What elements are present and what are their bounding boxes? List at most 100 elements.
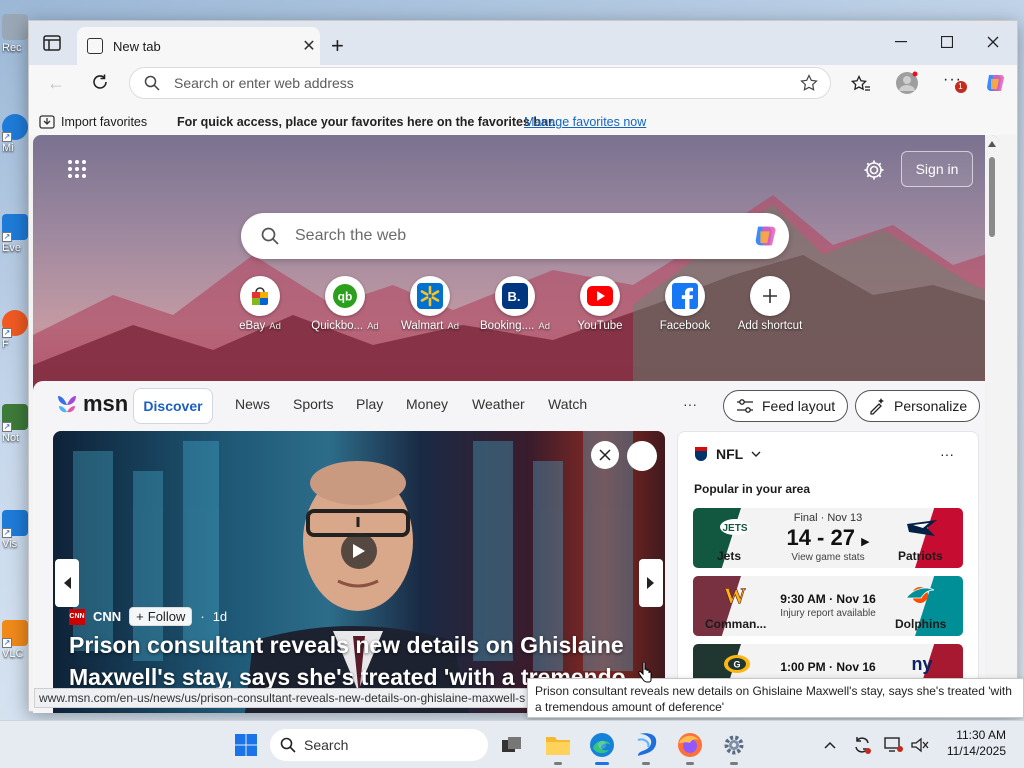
- close-icon: [599, 449, 611, 461]
- personalize-label: Personalize: [894, 398, 968, 414]
- shortcut-youtube[interactable]: YouTube: [561, 276, 639, 332]
- shortcut-ebay[interactable]: eBay Ad: [221, 276, 299, 332]
- shortcut-facebook[interactable]: Facebook: [646, 276, 724, 332]
- address-bar[interactable]: Search or enter web address: [129, 67, 831, 99]
- previous-slide-button[interactable]: [55, 559, 79, 607]
- dismiss-story-button[interactable]: [591, 441, 619, 469]
- settings-more-button[interactable]: ··· 1: [943, 71, 967, 93]
- scrollbar-thumb[interactable]: [989, 157, 995, 237]
- import-favorites-label: Import favorites: [61, 115, 148, 129]
- feed-layout-button[interactable]: Feed layout: [723, 390, 849, 422]
- tab-play[interactable]: Play: [356, 396, 383, 412]
- more-tabs-button[interactable]: ···: [683, 396, 697, 412]
- page-scrollbar[interactable]: [985, 135, 999, 713]
- more-options-button[interactable]: [627, 441, 657, 471]
- desktop-icon-label: Rec: [2, 42, 22, 54]
- taskbar: Search 11:30 AM 11/14/2025: [0, 720, 1024, 768]
- story-source: CNN: [93, 609, 122, 624]
- show-hidden-icons-button[interactable]: [816, 731, 844, 759]
- close-window-button[interactable]: [981, 31, 1005, 53]
- system-clock[interactable]: 11:30 AM 11/14/2025: [947, 727, 1006, 759]
- ebay-icon: [240, 276, 280, 316]
- task-view-button[interactable]: [498, 731, 526, 759]
- clock-date: 11/14/2025: [946, 744, 1006, 758]
- taskbar-search[interactable]: Search: [270, 729, 488, 761]
- ad-label: Ad: [538, 320, 550, 332]
- nfl-league-selector[interactable]: NFL: [694, 446, 761, 462]
- firefox-icon: [678, 733, 702, 757]
- desktop-icon-label: F: [2, 338, 9, 350]
- tab-discover[interactable]: Discover: [133, 388, 213, 424]
- sync-tray-icon[interactable]: [848, 731, 876, 759]
- play-video-button[interactable]: [341, 533, 377, 569]
- firefox-taskbar-button[interactable]: [676, 731, 704, 765]
- nfl-scores-widget: NFL ··· Popular in your area JETS Final …: [677, 431, 979, 713]
- desktop-icon-vlc[interactable]: ↗ VLC: [2, 620, 30, 660]
- file-explorer-button[interactable]: [544, 731, 572, 765]
- tab-news[interactable]: News: [235, 396, 270, 412]
- network-tray-icon[interactable]: [880, 731, 908, 759]
- tab-actions-icon[interactable]: [43, 35, 61, 51]
- tab-weather[interactable]: Weather: [472, 396, 525, 412]
- minimize-button[interactable]: [889, 31, 913, 53]
- desktop-icon-recycle-bin[interactable]: Rec: [2, 14, 30, 54]
- mouse-pointer-icon: [638, 662, 652, 684]
- follow-button[interactable]: + Follow: [129, 607, 193, 626]
- back-button[interactable]: ←: [47, 73, 65, 94]
- sign-in-button[interactable]: Sign in: [901, 151, 973, 187]
- shortcut-quickbooks[interactable]: qb Quickbo... Ad: [306, 276, 384, 332]
- ad-label: Ad: [269, 320, 281, 332]
- mountain-background-image: [33, 195, 999, 395]
- edge-taskbar-button[interactable]: [588, 731, 616, 765]
- notification-badge: 1: [955, 81, 967, 93]
- tab-money[interactable]: Money: [406, 396, 448, 412]
- apps-launcher-icon[interactable]: [67, 159, 87, 179]
- desktop-icon-label: Eve: [2, 242, 21, 254]
- new-tab-button[interactable]: +: [331, 33, 344, 59]
- favorite-star-icon[interactable]: [800, 74, 818, 92]
- desktop-icon-everything[interactable]: ↗ Eve: [2, 214, 30, 254]
- folder-icon: [546, 737, 570, 755]
- msn-feed: msn Discover News Sports Play Money Weat…: [33, 381, 999, 713]
- tab-sports[interactable]: Sports: [293, 396, 333, 412]
- manage-favorites-link[interactable]: Manage favorites now: [524, 115, 646, 129]
- web-search-box[interactable]: Search the web: [241, 213, 789, 259]
- desktop-icon-edge[interactable]: ↗ Mi: [2, 114, 30, 154]
- desktop-icon-firefox[interactable]: ↗ F: [2, 310, 30, 350]
- running-indicator: [642, 762, 650, 765]
- start-button[interactable]: [232, 731, 260, 759]
- import-favorites-button[interactable]: Import favorites: [39, 115, 147, 129]
- page-settings-gear-icon[interactable]: [863, 159, 885, 181]
- next-slide-button[interactable]: [639, 559, 663, 607]
- link-status-bar: www.msn.com/en-us/news/us/prison-consult…: [34, 688, 528, 708]
- favorites-icon[interactable]: [851, 75, 871, 93]
- shortcut-booking[interactable]: B. Booking.... Ad: [476, 276, 554, 332]
- running-indicator: [686, 762, 694, 765]
- maximize-button[interactable]: [935, 31, 959, 53]
- close-tab-icon[interactable]: ✕: [298, 36, 320, 56]
- copilot-icon[interactable]: [983, 71, 1007, 95]
- msn-logo[interactable]: msn: [55, 391, 128, 417]
- add-shortcut-button[interactable]: Add shortcut: [731, 276, 809, 332]
- scroll-up-arrow-icon[interactable]: [988, 141, 996, 147]
- nfl-more-options-button[interactable]: ···: [940, 446, 954, 462]
- tab-watch[interactable]: Watch: [548, 396, 587, 412]
- tab-new-tab[interactable]: New tab ✕: [77, 27, 320, 65]
- ad-label: Ad: [447, 320, 459, 332]
- volume-tray-icon[interactable]: [906, 731, 934, 759]
- favorites-bar-message: For quick access, place your favorites h…: [177, 115, 556, 129]
- desktop-icon-vscode[interactable]: ↗ Vis: [2, 510, 30, 550]
- refresh-button[interactable]: [91, 73, 109, 91]
- game-card[interactable]: JETS Final · Nov 13 14 - 27 ▶ View game …: [693, 508, 963, 568]
- hero-story-card[interactable]: CNN CNN + Follow · 1d Prison consultant r…: [53, 431, 665, 713]
- personalize-button[interactable]: Personalize: [855, 390, 981, 422]
- nfl-subtitle: Popular in your area: [694, 482, 811, 496]
- settings-taskbar-button[interactable]: [720, 731, 748, 765]
- copilot-search-icon[interactable]: [751, 222, 779, 250]
- shortcut-walmart[interactable]: Walmart Ad: [391, 276, 469, 332]
- tab-title: New tab: [113, 38, 161, 54]
- app-taskbar-button[interactable]: [632, 731, 660, 765]
- game-card[interactable]: W 9:30 AM · Nov 16 Injury report availab…: [693, 576, 963, 636]
- profile-avatar[interactable]: [895, 71, 919, 95]
- desktop-icon-notepad[interactable]: ↗ Not: [2, 404, 30, 444]
